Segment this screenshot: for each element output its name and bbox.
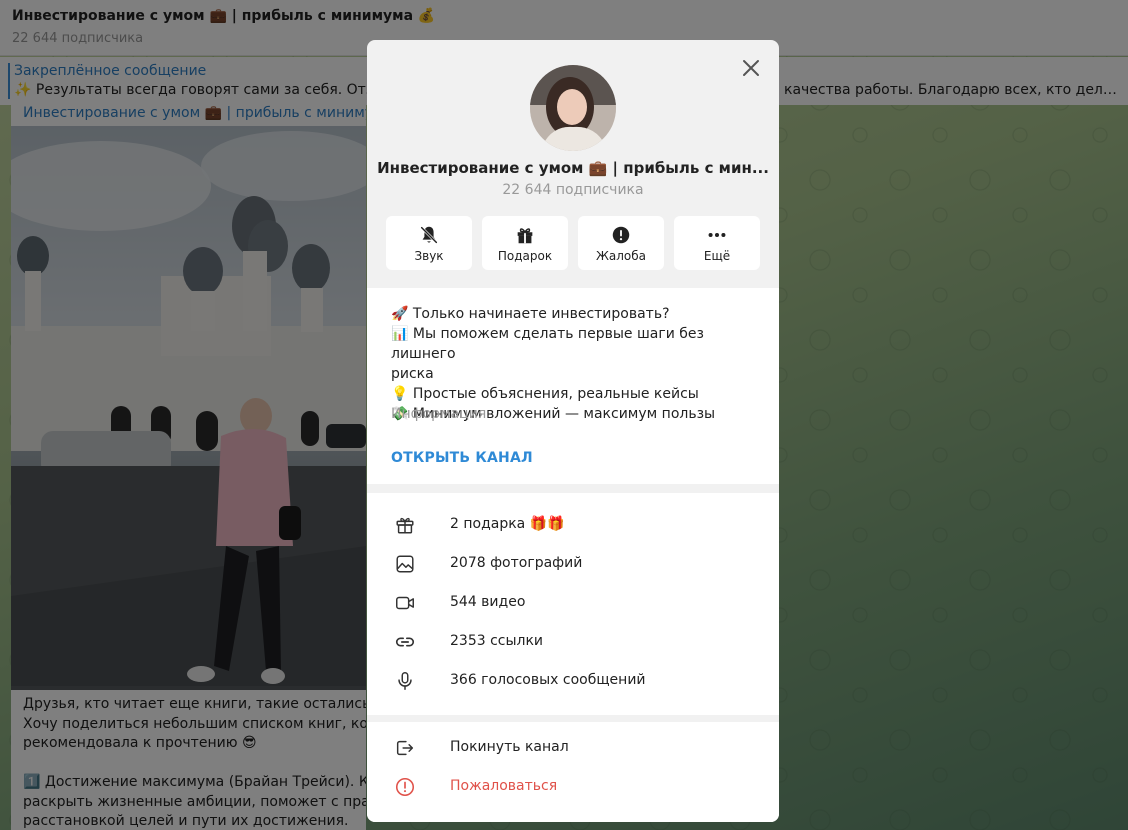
links-row[interactable]: 2353 ссылки <box>367 623 779 662</box>
description-line: 📊 Мы поможем сделать первые шаги без лиш… <box>391 326 704 362</box>
voice-messages-label: 366 голосовых сообщений <box>450 672 646 688</box>
link-icon <box>395 637 415 647</box>
description-section: 🚀 Только начинаете инвестировать? 📊 Мы п… <box>367 288 779 484</box>
leave-channel-label: Покинуть канал <box>450 739 569 755</box>
modal-subscriber-count: 22 644 подписчика <box>502 182 644 198</box>
alert-icon <box>612 226 630 243</box>
photos-row[interactable]: 2078 фотографий <box>367 545 779 584</box>
videos-label: 544 видео <box>450 594 526 610</box>
links-label: 2353 ссылки <box>450 633 544 649</box>
avatar-image <box>530 65 616 151</box>
gifts-label: 2 подарка 🎁🎁 <box>450 516 565 532</box>
description-line: риска <box>391 366 434 382</box>
close-button[interactable] <box>739 56 763 80</box>
media-section: 2 подарка 🎁🎁 2078 фотографий 544 видео 2… <box>367 493 779 715</box>
report-label: Жалоба <box>595 248 647 263</box>
more-button[interactable]: Ещё <box>674 216 760 270</box>
mute-button[interactable]: Звук <box>386 216 472 270</box>
video-icon <box>396 596 414 610</box>
channel-info-modal: Инвестирование с умом 💼 | прибыль с мин.… <box>367 40 779 822</box>
videos-row[interactable]: 544 видео <box>367 584 779 623</box>
description-line: 🚀 Только начинаете инвестировать? <box>391 306 670 322</box>
gift-box-icon <box>396 517 414 534</box>
report-channel-row[interactable]: Пожаловаться <box>367 768 779 807</box>
description-line: 💡 Простые объяснения, реальные кейсы <box>391 386 699 402</box>
action-buttons: Звук Подарок Жалоба Ещё <box>386 216 760 270</box>
close-icon <box>743 60 759 76</box>
more-label: Ещё <box>703 248 731 263</box>
photos-label: 2078 фотографий <box>450 555 583 571</box>
channel-actions-section: Покинуть канал Пожаловаться <box>367 722 779 822</box>
report-button[interactable]: Жалоба <box>578 216 664 270</box>
photo-icon <box>396 555 414 573</box>
channel-avatar[interactable] <box>530 65 616 151</box>
gift-icon <box>517 227 533 243</box>
open-channel-button[interactable]: ОТКРЫТЬ КАНАЛ <box>391 450 533 466</box>
leave-icon <box>396 740 414 756</box>
gift-label: Подарок <box>497 248 553 263</box>
bell-off-icon <box>420 226 438 243</box>
gifts-row[interactable]: 2 подарка 🎁🎁 <box>367 506 779 545</box>
microphone-icon <box>398 672 412 690</box>
modal-channel-title: Инвестирование с умом 💼 | прибыль с мин.… <box>377 159 769 177</box>
voice-messages-row[interactable]: 366 голосовых сообщений <box>367 662 779 701</box>
mute-label: Звук <box>414 248 444 263</box>
gift-button[interactable]: Подарок <box>482 216 568 270</box>
more-icon <box>708 232 726 237</box>
info-label: Информация <box>391 406 487 422</box>
warning-circle-icon <box>395 777 415 797</box>
leave-channel-row[interactable]: Покинуть канал <box>367 729 779 768</box>
report-channel-label: Пожаловаться <box>450 778 558 794</box>
